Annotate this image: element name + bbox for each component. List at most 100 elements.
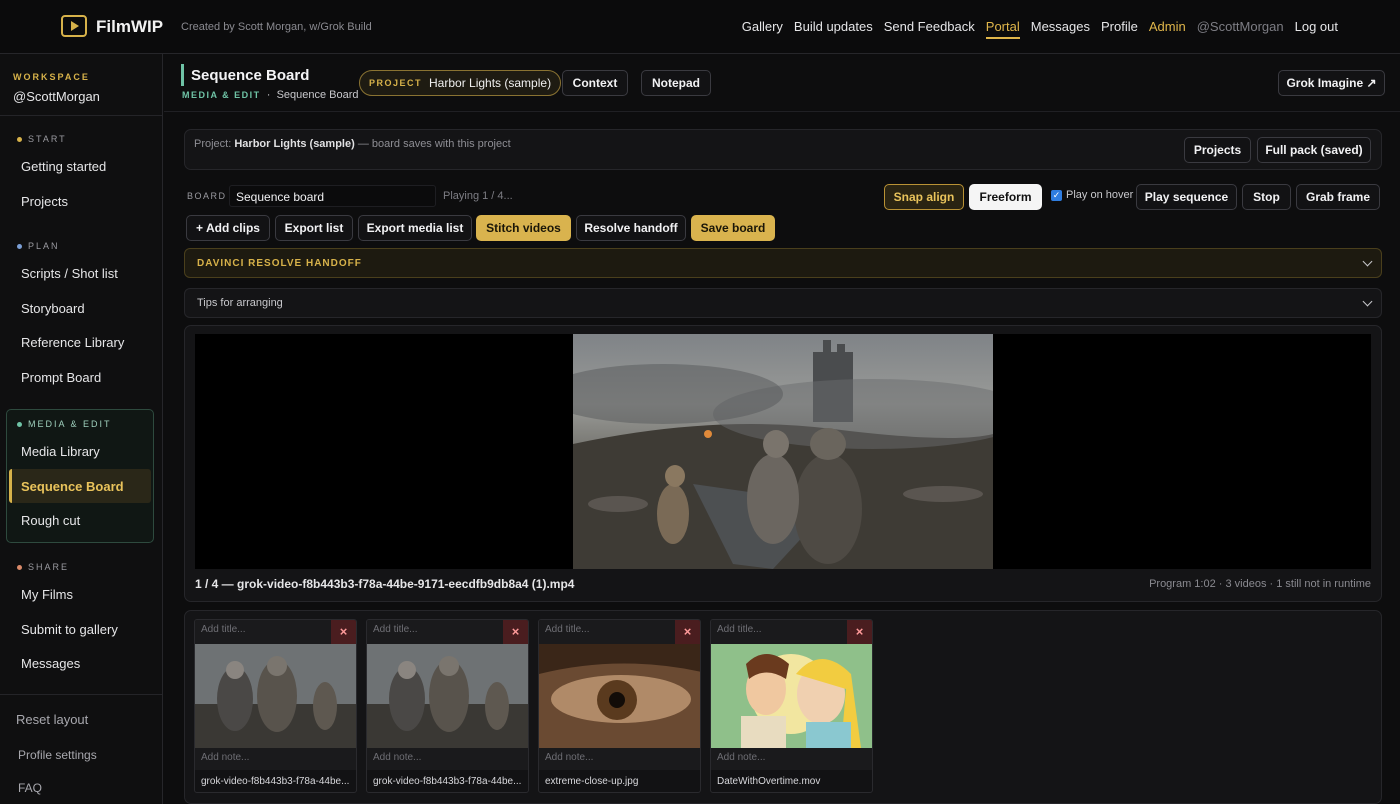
app-name[interactable]: FilmWIP xyxy=(96,17,163,37)
nav-portal[interactable]: Portal xyxy=(985,19,1020,39)
chevron-down-icon xyxy=(1362,256,1373,267)
full-pack-button[interactable]: Full pack (saved) xyxy=(1257,137,1371,163)
sidebar-item-rough-cut[interactable]: Rough cut xyxy=(21,513,80,528)
clip-filename: DateWithOvertime.mov xyxy=(717,776,821,787)
board-name-input[interactable]: Sequence board xyxy=(229,185,436,207)
top-bar: FilmWIP Created by Scott Morgan, w/Grok … xyxy=(0,0,1400,54)
clip-thumbnail[interactable] xyxy=(195,644,356,748)
remove-clip-icon[interactable]: × xyxy=(675,620,700,644)
tips-accordion[interactable]: Tips for arranging xyxy=(184,288,1382,318)
dot-icon xyxy=(17,422,22,428)
nav-user-handle: @ScottMorgan xyxy=(1196,19,1284,34)
sidebar-item-submit-gallery[interactable]: Submit to gallery xyxy=(21,622,118,637)
section-start: START xyxy=(17,134,67,144)
section-share: SHARE xyxy=(17,562,69,572)
sidebar-item-storyboard[interactable]: Storyboard xyxy=(21,301,85,316)
clip-card[interactable]: Add title... × Add note... grok-video-f8… xyxy=(194,619,357,793)
remove-clip-icon[interactable]: × xyxy=(847,620,872,644)
clip-title-input[interactable]: Add title... xyxy=(367,620,504,644)
program-summary: Program 1:02 · 3 videos · 1 still not in… xyxy=(1149,578,1371,590)
sidebar-item-projects[interactable]: Projects xyxy=(21,194,68,209)
main-nav: Gallery Build updates Send Feedback Port… xyxy=(742,19,1338,39)
freeform-button[interactable]: Freeform xyxy=(969,184,1042,210)
nav-gallery[interactable]: Gallery xyxy=(742,19,783,39)
project-pill[interactable]: PROJECT Harbor Lights (sample) xyxy=(359,70,562,96)
nav-messages[interactable]: Messages xyxy=(1031,19,1090,39)
clip-note-input[interactable]: Add note... xyxy=(367,748,528,770)
remove-clip-icon[interactable]: × xyxy=(331,620,356,644)
sidebar-item-my-films[interactable]: My Films xyxy=(21,587,73,602)
video-frame xyxy=(573,334,993,569)
save-board-button[interactable]: Save board xyxy=(691,215,775,241)
nav-profile[interactable]: Profile xyxy=(1101,19,1138,39)
profile-settings-link[interactable]: Profile settings xyxy=(18,748,97,762)
title-accent xyxy=(181,64,184,86)
clip-title-input[interactable]: Add title... xyxy=(195,620,332,644)
page-header xyxy=(164,54,1400,112)
sidebar-item-scripts[interactable]: Scripts / Shot list xyxy=(21,266,118,281)
dot-icon xyxy=(17,565,22,571)
section-media-edit: MEDIA & EDIT xyxy=(17,419,112,429)
context-button[interactable]: Context xyxy=(562,70,628,96)
stitch-videos-button[interactable]: Stitch videos xyxy=(476,215,571,241)
resolve-handoff-button[interactable]: Resolve handoff xyxy=(576,215,686,241)
divider xyxy=(0,694,162,695)
clip-card[interactable]: Add title... × Add note... extreme-close… xyxy=(538,619,701,793)
page-title: Sequence Board xyxy=(191,67,310,84)
sidebar: WORKSPACE @ScottMorgan START Getting sta… xyxy=(0,54,163,804)
grok-imagine-button[interactable]: Grok Imagine ↗ xyxy=(1278,70,1385,96)
sidebar-item-prompt-board[interactable]: Prompt Board xyxy=(21,370,101,385)
reset-layout-link[interactable]: Reset layout xyxy=(16,712,88,727)
checkbox-checked-icon[interactable]: ✓ xyxy=(1051,189,1062,201)
export-media-list-button[interactable]: Export media list xyxy=(358,215,472,241)
dot-icon xyxy=(17,244,22,250)
nav-admin[interactable]: Admin xyxy=(1149,19,1186,39)
clip-card[interactable]: Add title... × Add note... grok-video-f8… xyxy=(366,619,529,793)
clip-note-input[interactable]: Add note... xyxy=(195,748,356,770)
faq-link[interactable]: FAQ xyxy=(18,781,42,795)
workspace-label: WORKSPACE xyxy=(13,72,90,82)
created-by: Created by Scott Morgan, w/Grok Build xyxy=(181,21,372,33)
notepad-button[interactable]: Notepad xyxy=(641,70,711,96)
remove-clip-icon[interactable]: × xyxy=(503,620,528,644)
clip-filename: extreme-close-up.jpg xyxy=(545,776,639,787)
player-caption: 1 / 4 — grok-video-f8b443b3-f78a-44be-91… xyxy=(195,577,575,591)
clip-thumbnail[interactable] xyxy=(711,644,872,748)
export-list-button[interactable]: Export list xyxy=(275,215,353,241)
chevron-down-icon xyxy=(1362,296,1373,307)
sidebar-item-getting-started[interactable]: Getting started xyxy=(21,159,106,174)
davinci-handoff-accordion[interactable]: DAVINCI RESOLVE HANDOFF xyxy=(184,248,1382,278)
clip-thumbnail[interactable] xyxy=(539,644,700,748)
projects-button[interactable]: Projects xyxy=(1184,137,1251,163)
grab-frame-button[interactable]: Grab frame xyxy=(1296,184,1380,210)
section-plan: PLAN xyxy=(17,241,60,251)
sidebar-item-messages[interactable]: Messages xyxy=(21,656,80,671)
play-sequence-button[interactable]: Play sequence xyxy=(1136,184,1237,210)
project-info: Project: Harbor Lights (sample) — board … xyxy=(194,138,511,150)
play-on-hover-toggle[interactable]: ✓ Play on hover xyxy=(1051,189,1133,201)
dot-icon xyxy=(17,137,22,143)
workspace-user: @ScottMorgan xyxy=(13,89,100,104)
clip-filename: grok-video-f8b443b3-f78a-44be... xyxy=(201,776,350,787)
clip-note-input[interactable]: Add note... xyxy=(539,748,700,770)
snap-align-button[interactable]: Snap align xyxy=(884,184,964,210)
add-clips-button[interactable]: + Add clips xyxy=(186,215,270,241)
nav-build-updates[interactable]: Build updates xyxy=(794,19,873,39)
film-logo-icon xyxy=(61,15,87,37)
clip-card[interactable]: Add title... × Add note... DateWithOvert… xyxy=(710,619,873,793)
clip-thumbnail[interactable] xyxy=(367,644,528,748)
sidebar-item-sequence-board[interactable]: Sequence Board xyxy=(21,479,124,494)
clip-filename: grok-video-f8b443b3-f78a-44be... xyxy=(373,776,522,787)
clip-title-input[interactable]: Add title... xyxy=(711,620,848,644)
board-label: BOARD xyxy=(187,191,227,201)
divider xyxy=(0,115,162,116)
clip-title-input[interactable]: Add title... xyxy=(539,620,676,644)
sidebar-item-media-library[interactable]: Media Library xyxy=(21,444,100,459)
nav-logout[interactable]: Log out xyxy=(1295,19,1338,39)
breadcrumb: MEDIA & EDIT · Sequence Board xyxy=(182,89,359,101)
clip-note-input[interactable]: Add note... xyxy=(711,748,872,770)
nav-send-feedback[interactable]: Send Feedback xyxy=(884,19,975,39)
stop-button[interactable]: Stop xyxy=(1242,184,1291,210)
playing-status: Playing 1 / 4... xyxy=(443,190,513,202)
sidebar-item-reference-library[interactable]: Reference Library xyxy=(21,335,124,350)
